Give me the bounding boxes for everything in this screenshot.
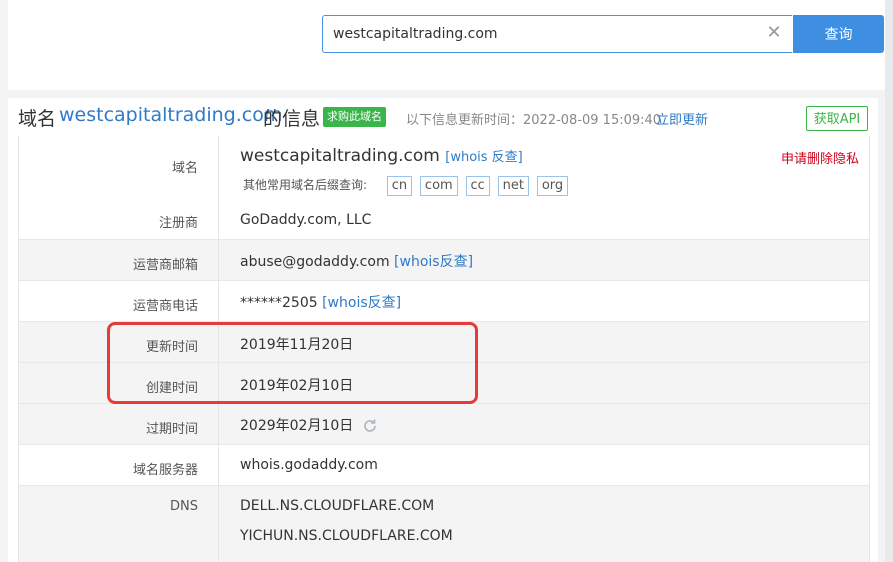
domain-label: 域名 [171, 161, 198, 176]
updated-value: 2019年11月20日 [240, 337, 354, 353]
title-row: 域名 westcapitaltrading.com 的信息 求购此域名 以下信息… [8, 98, 878, 138]
whois-table: 域名 注册商 westcapitaltrading.com [whois 反查]… [18, 136, 870, 562]
clear-icon[interactable]: ✕ [766, 24, 782, 42]
suffix-query-label: 其他常用域名后缀查询: [243, 178, 368, 192]
search-button[interactable]: 查询 [793, 15, 884, 53]
domain-info-panel: 域名 westcapitaltrading.com 的信息 求购此域名 以下信息… [8, 98, 878, 562]
created-label: 创建时间 [145, 381, 198, 396]
search-box[interactable]: ✕ [322, 15, 792, 53]
phone-whois-link[interactable]: [whois反查] [322, 295, 401, 311]
phone-label: 运营商电话 [132, 299, 198, 314]
suffix-tag-cc[interactable]: cc [465, 176, 490, 196]
table-row-phone: 运营商电话 ******2505 [whois反查] [19, 281, 869, 322]
dns-label: DNS [170, 499, 198, 514]
email-value: abuse@godaddy.com [240, 254, 390, 270]
table-row-nameserver: 域名服务器 whois.godaddy.com [19, 445, 869, 486]
title-domain[interactable]: westcapitaltrading.com [59, 104, 282, 126]
updated-label: 更新时间 [145, 340, 198, 355]
table-row-updated: 更新时间 2019年11月20日 [19, 322, 869, 363]
domain-value: westcapitaltrading.com [240, 146, 440, 166]
search-input[interactable] [333, 16, 753, 52]
table-row-domain: 域名 注册商 westcapitaltrading.com [whois 反查]… [19, 136, 869, 240]
registrar-label: 注册商 [158, 216, 198, 231]
email-whois-link[interactable]: [whois反查] [394, 254, 473, 270]
suffix-tag-org[interactable]: org [536, 176, 569, 196]
suffix-tag-net[interactable]: net [497, 176, 529, 196]
get-api-button[interactable]: 获取API [806, 106, 868, 131]
table-row-expires: 过期时间 2029年02月10日 [19, 404, 869, 445]
title-suffix: 的信息 [263, 108, 321, 130]
update-now-link[interactable]: 立即更新 [656, 109, 708, 128]
phone-value: ******2505 [240, 295, 318, 311]
title-prefix: 域名 [18, 108, 57, 130]
refresh-icon[interactable] [362, 418, 378, 434]
nameserver-label: 域名服务器 [132, 463, 198, 478]
suffix-tag-com[interactable]: com [419, 176, 458, 196]
table-row-dns: DNS DELL.NS.CLOUDFLARE.COM YICHUN.NS.CLO… [19, 486, 869, 562]
expires-label: 过期时间 [145, 422, 198, 437]
registrar-value: GoDaddy.com, LLC [240, 212, 372, 228]
whois-reverse-link[interactable]: [whois 反查] [445, 150, 523, 165]
table-row-email: 运营商邮箱 abuse@godaddy.com [whois反查] [19, 240, 869, 281]
delete-privacy-link[interactable]: 申请删除隐私 [781, 148, 859, 167]
email-label: 运营商邮箱 [132, 258, 198, 273]
table-row-created: 创建时间 2019年02月10日 [19, 363, 869, 404]
dns-value-1: DELL.NS.CLOUDFLARE.COM [240, 498, 435, 514]
nameserver-value: whois.godaddy.com [240, 457, 378, 473]
created-value: 2019年02月10日 [240, 378, 354, 394]
expires-value: 2029年02月10日 [240, 418, 354, 434]
page-edge [885, 0, 893, 562]
update-time-label: 以下信息更新时间：2022-08-09 15:09:40 [406, 113, 662, 128]
dns-value-2: YICHUN.NS.CLOUDFLARE.COM [240, 528, 453, 544]
suffix-tag-cn[interactable]: cn [386, 176, 413, 196]
buy-domain-badge[interactable]: 求购此域名 [323, 107, 386, 127]
